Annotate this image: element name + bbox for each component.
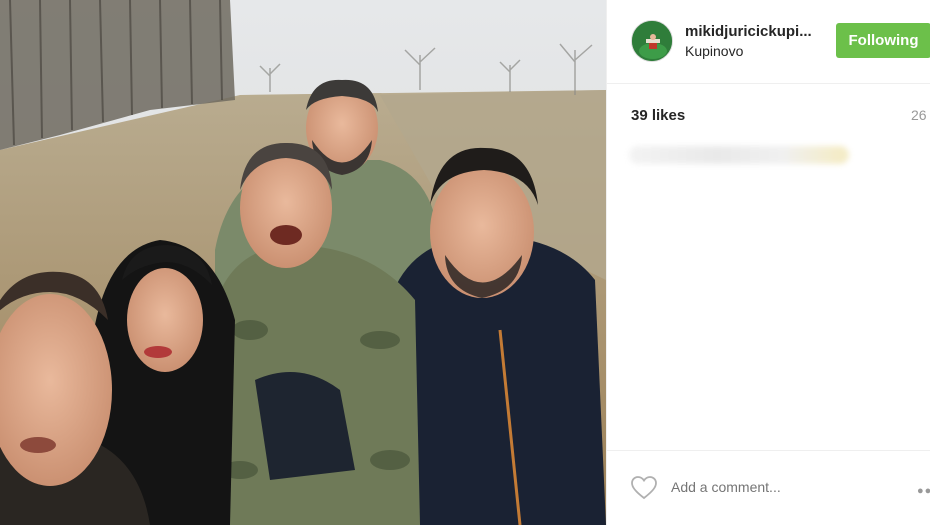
blurred-caption (629, 146, 849, 164)
group-selfie-image (0, 0, 606, 525)
post-header: mikidjuricickupi... Kupinovo Following (607, 0, 930, 84)
avatar-image (632, 21, 672, 61)
post-photo[interactable] (0, 0, 606, 525)
likes-count[interactable]: 39 likes (631, 107, 685, 124)
ellipsis-icon[interactable]: ●● (917, 485, 930, 497)
avatar[interactable] (631, 20, 673, 62)
following-button[interactable]: Following (836, 23, 930, 58)
post-details-panel: mikidjuricickupi... Kupinovo Following 3… (606, 0, 930, 525)
heart-icon[interactable] (631, 476, 657, 505)
username-link[interactable]: mikidjuricickupi... (685, 23, 815, 40)
post-time: 26 (911, 107, 927, 123)
location-link[interactable]: Kupinovo (685, 43, 743, 59)
comment-input[interactable] (671, 479, 871, 495)
